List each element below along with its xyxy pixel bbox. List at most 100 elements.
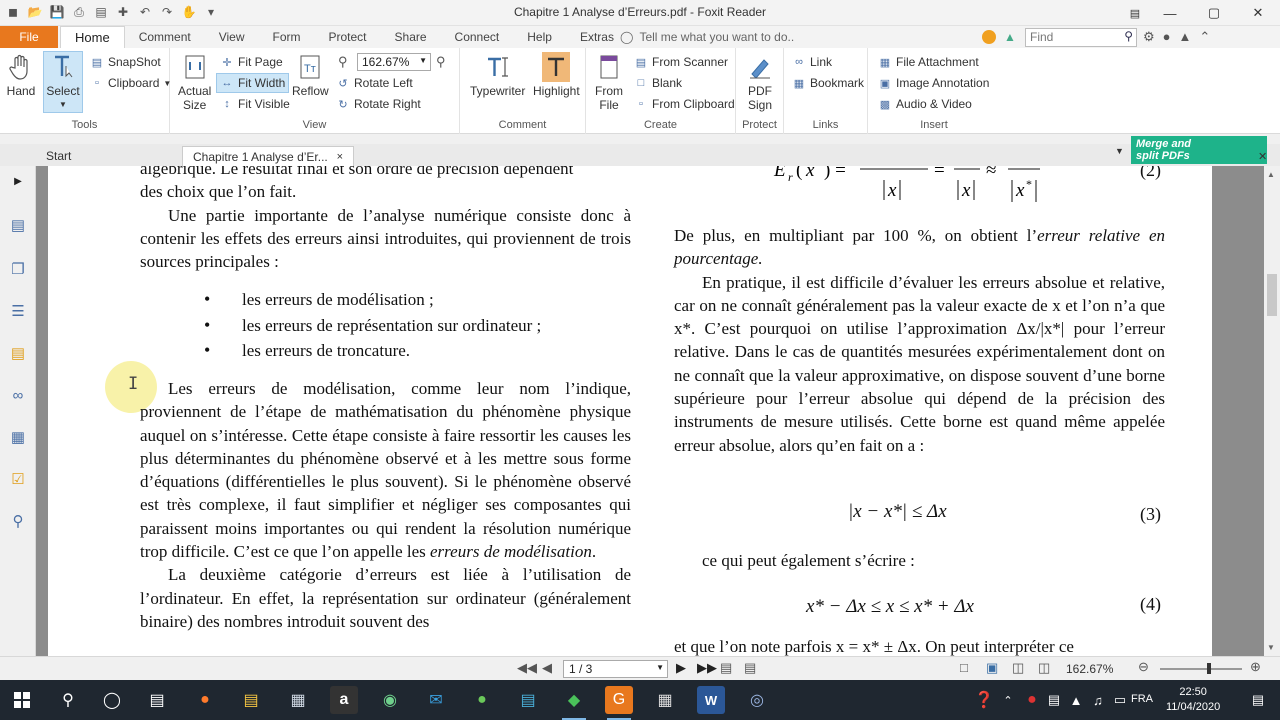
mail-icon[interactable]: ✉ bbox=[422, 686, 450, 714]
task-view-icon[interactable]: ▤ bbox=[143, 686, 171, 714]
tab-comment[interactable]: Comment bbox=[125, 26, 205, 48]
select-button[interactable]: Select ▼ bbox=[43, 51, 83, 113]
tab-home[interactable]: Home bbox=[60, 26, 125, 48]
zoom-out-icon[interactable]: ⚲ bbox=[338, 54, 348, 70]
clipboard-button[interactable]: ▫ Clipboard ▼ bbox=[90, 74, 171, 92]
rotate-left-button[interactable]: ↺ Rotate Left bbox=[336, 74, 412, 92]
from-file-button[interactable]: From File bbox=[594, 52, 624, 112]
typewriter-button[interactable]: Typewriter bbox=[470, 52, 525, 98]
find-input[interactable]: Find ⚲ bbox=[1025, 28, 1137, 47]
zoom-select[interactable]: 162.67% ▼ bbox=[357, 53, 431, 71]
page-number-field[interactable]: 1 / 3 ▼ bbox=[563, 660, 668, 678]
app-green-icon[interactable]: ◆ bbox=[560, 686, 588, 720]
first-page-icon[interactable]: ◀◀ bbox=[517, 660, 537, 676]
status-zoom-out-icon[interactable]: ⊖ bbox=[1138, 659, 1149, 675]
tab-start[interactable]: Start bbox=[36, 146, 176, 166]
scroll-down-icon[interactable]: ▼ bbox=[1267, 643, 1275, 652]
feedback-icon[interactable] bbox=[982, 30, 996, 44]
utorrent-icon[interactable]: ● bbox=[468, 686, 496, 714]
previous-view-icon[interactable]: ▤ bbox=[720, 660, 732, 676]
zoom-slider[interactable] bbox=[1160, 668, 1242, 670]
scroll-up-icon[interactable]: ▲ bbox=[1267, 170, 1275, 179]
status-zoom-in-icon[interactable]: ⊕ bbox=[1250, 659, 1261, 675]
tab-protect[interactable]: Protect bbox=[315, 26, 381, 48]
tab-file[interactable]: File bbox=[0, 26, 58, 48]
zoom-in-icon[interactable]: ⚲ bbox=[436, 54, 446, 70]
search-icon[interactable]: ⚲ bbox=[1124, 29, 1133, 43]
store-icon[interactable]: ▦ bbox=[284, 686, 312, 714]
hand-button[interactable]: Hand bbox=[6, 52, 36, 98]
calculator-icon[interactable]: ▦ bbox=[651, 686, 679, 714]
zoom-dropdown-icon[interactable]: ▼ bbox=[419, 56, 427, 65]
battery-icon[interactable]: ▭ bbox=[1106, 686, 1134, 714]
input-language[interactable]: FRA bbox=[1131, 693, 1153, 705]
continuous-page-icon[interactable]: ▣ bbox=[986, 660, 998, 676]
foxit-reader-icon[interactable]: G bbox=[605, 686, 633, 720]
windows-start-icon[interactable] bbox=[8, 686, 36, 714]
amazon-icon[interactable]: a bbox=[330, 686, 358, 714]
close-tab-icon[interactable]: × bbox=[337, 151, 343, 163]
minimize-button[interactable]: — bbox=[1148, 0, 1192, 26]
fit-width-button[interactable]: ↔ Fit Width bbox=[216, 73, 290, 93]
pdf-sign-button[interactable]: PDF Sign bbox=[745, 52, 775, 112]
facing-page-icon[interactable]: ◫ bbox=[1012, 660, 1024, 676]
bookmark-button[interactable]: ▦ Bookmark bbox=[792, 74, 864, 92]
comments-panel-icon[interactable]: ▤ bbox=[7, 342, 29, 364]
tab-help[interactable]: Help bbox=[513, 26, 566, 48]
from-clipboard-button[interactable]: ▫ From Clipboard bbox=[634, 95, 735, 113]
cortana-icon[interactable]: ◯ bbox=[98, 686, 126, 714]
ribbon-options-icon[interactable]: ▤ bbox=[1122, 0, 1148, 26]
notifications-icon[interactable]: ▤ bbox=[1244, 686, 1272, 714]
file-attachment-button[interactable]: ▦ File Attachment bbox=[878, 53, 979, 71]
tab-share[interactable]: Share bbox=[381, 26, 441, 48]
network-globe-icon[interactable]: ◎ bbox=[743, 686, 771, 714]
maximize-button[interactable]: ▢ bbox=[1192, 0, 1236, 26]
notification-icon[interactable]: ▲ bbox=[1179, 29, 1192, 45]
word-icon[interactable]: W bbox=[697, 686, 725, 714]
next-view-icon[interactable]: ▤ bbox=[744, 660, 756, 676]
continuous-facing-icon[interactable]: ◫ bbox=[1038, 660, 1050, 676]
actual-size-button[interactable]: Actual Size bbox=[178, 52, 211, 112]
page-dropdown-icon[interactable]: ▼ bbox=[656, 663, 664, 672]
from-scanner-button[interactable]: ▤ From Scanner bbox=[634, 53, 728, 71]
link-button[interactable]: ∞ Link bbox=[792, 53, 832, 71]
system-clock[interactable]: 22:50 11/04/2020 bbox=[1166, 685, 1220, 715]
image-annotation-button[interactable]: ▣ Image Annotation bbox=[878, 74, 990, 92]
signatures-panel-icon[interactable]: ▦ bbox=[7, 426, 29, 448]
tripadvisor-icon[interactable]: ◉ bbox=[376, 686, 404, 714]
computer-icon[interactable]: ▤ bbox=[514, 686, 542, 714]
pages-panel-icon[interactable]: ❐ bbox=[7, 258, 29, 280]
file-explorer-icon[interactable]: ▤ bbox=[237, 686, 265, 714]
snapshot-button[interactable]: ▤ SnapShot bbox=[90, 53, 161, 71]
tab-current-document[interactable]: Chapitre 1 Analyse d’Er... × bbox=[182, 146, 354, 166]
settings-icon[interactable]: ⚙ bbox=[1143, 29, 1155, 45]
search-taskbar-icon[interactable]: ⚲ bbox=[54, 686, 82, 714]
next-page-icon[interactable]: ▶ bbox=[676, 660, 686, 676]
tab-view[interactable]: View bbox=[205, 26, 259, 48]
layers-panel-icon[interactable]: ☰ bbox=[7, 300, 29, 322]
tab-list-dropdown-icon[interactable]: ▼ bbox=[1115, 146, 1124, 156]
attachments-panel-icon[interactable]: ∞ bbox=[7, 384, 29, 406]
tab-extras[interactable]: Extras bbox=[566, 26, 628, 48]
promo-close-icon[interactable]: ✕ bbox=[1258, 150, 1267, 163]
merge-split-promo-banner[interactable]: Merge and split PDFs bbox=[1131, 136, 1267, 164]
fit-visible-button[interactable]: ↕ Fit Visible bbox=[220, 95, 290, 113]
user-icon[interactable]: ● bbox=[1163, 29, 1171, 45]
bookmarks-panel-icon[interactable]: ▤ bbox=[7, 214, 29, 236]
single-page-icon[interactable]: □ bbox=[960, 660, 968, 675]
select-dropdown-icon[interactable]: ▼ bbox=[59, 98, 67, 112]
vertical-scrollbar[interactable]: ▲ ▼ bbox=[1264, 166, 1280, 656]
security-panel-icon[interactable]: ☑ bbox=[7, 468, 29, 490]
firefox-icon[interactable]: ● bbox=[191, 686, 219, 714]
audio-video-button[interactable]: ▩ Audio & Video bbox=[878, 95, 972, 113]
search-panel-icon[interactable]: ⚲ bbox=[7, 510, 29, 532]
highlight-button[interactable]: Highlight bbox=[533, 52, 580, 98]
blank-button[interactable]: □ Blank bbox=[634, 74, 682, 92]
expand-panel-icon[interactable]: ▶ bbox=[7, 170, 29, 192]
reflow-button[interactable]: Tт Reflow bbox=[292, 52, 329, 98]
close-button[interactable]: ✕ bbox=[1236, 0, 1280, 26]
tab-connect[interactable]: Connect bbox=[441, 26, 514, 48]
previous-page-icon[interactable]: ◀ bbox=[542, 660, 552, 676]
scrollbar-thumb[interactable] bbox=[1267, 274, 1277, 316]
tell-me-box[interactable]: ◯ Tell me what you want to do.. bbox=[620, 30, 794, 44]
